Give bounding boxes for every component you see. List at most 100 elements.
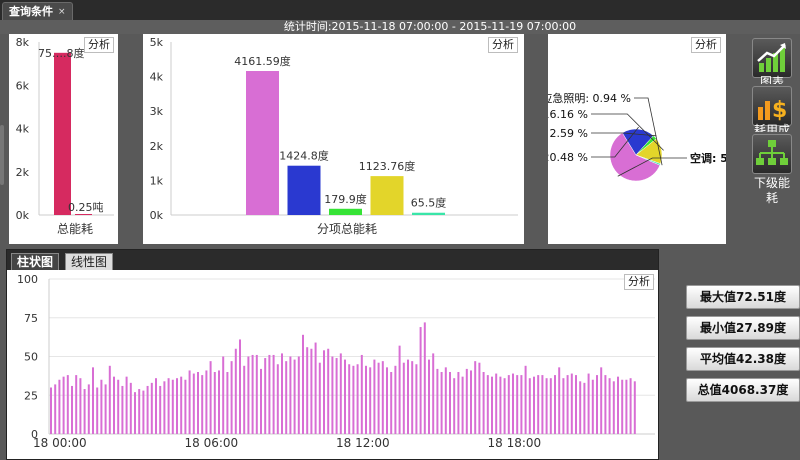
bar [125, 376, 128, 434]
pie-label: 20.48 % [548, 151, 588, 164]
x-axis-label: 分项总能耗 [317, 222, 377, 236]
y-tick-label: 4k [16, 123, 30, 136]
bar [75, 375, 78, 434]
svg-text:$: $ [772, 98, 787, 123]
bar [457, 372, 460, 434]
bar [209, 361, 212, 434]
bar [318, 362, 321, 434]
bar [617, 376, 619, 434]
bar [155, 378, 157, 434]
time-range-header: 统计时间:2015-11-18 07:00:00 - 2015-11-19 07… [0, 20, 800, 34]
bar [184, 379, 187, 434]
bar [524, 365, 527, 434]
bar [478, 362, 481, 434]
tab-line-chart[interactable]: 线性图 [65, 253, 114, 270]
bar [596, 375, 598, 434]
chart-view-button[interactable] [752, 38, 792, 78]
bar [612, 381, 615, 434]
energy-share-pie: 空调: 5 20.48 % 2.59 % 16.16 % 应急照明: 0.94 % [548, 91, 726, 182]
bar [260, 368, 262, 434]
close-icon[interactable]: × [58, 3, 66, 21]
bar [92, 367, 94, 434]
total-value-button[interactable]: 总值4068.37度 [686, 378, 800, 402]
bar [163, 381, 166, 434]
collapse-handle[interactable] [0, 125, 4, 185]
bar [440, 372, 443, 434]
analyze-button[interactable]: 分析 [624, 274, 654, 290]
bar [302, 334, 304, 434]
bar [71, 385, 73, 434]
pie-label: 16.16 % [548, 108, 588, 121]
bar [276, 364, 279, 434]
data-label: 179.9度 [324, 192, 367, 206]
bar [344, 359, 346, 434]
analyze-button[interactable]: 分析 [84, 37, 114, 53]
bar [251, 354, 254, 434]
sub-level-button[interactable] [752, 134, 792, 174]
bar [197, 372, 199, 434]
bar [314, 342, 317, 434]
y-tick-label: 75 [24, 312, 38, 325]
max-value-button[interactable]: 最大值72.51度 [686, 285, 800, 309]
bar [272, 354, 275, 434]
bar [331, 356, 334, 434]
bar [537, 375, 540, 434]
cost-view-label: 耗用成 [753, 123, 790, 132]
bar [287, 165, 321, 215]
bar [499, 376, 502, 434]
bar [386, 367, 388, 434]
bar [150, 382, 153, 434]
y-tick-label: 6k [16, 79, 30, 92]
y-tick-label: 100 [17, 273, 38, 286]
bar [54, 384, 57, 434]
bar [486, 375, 489, 434]
bar [465, 368, 468, 434]
bar [554, 375, 556, 434]
avg-value-button[interactable]: 平均值42.38度 [686, 347, 800, 371]
query-tab-label: 查询条件 [9, 4, 53, 18]
bar [444, 367, 447, 434]
bar [243, 365, 246, 434]
bar [201, 375, 204, 434]
bar [575, 375, 577, 434]
bar [142, 390, 145, 434]
bar [412, 212, 445, 215]
dollar-chart-icon: $ [758, 98, 787, 123]
analyze-button[interactable]: 分析 [488, 37, 518, 53]
bar [549, 378, 552, 434]
bar [146, 385, 149, 434]
hierarchy-icon [756, 140, 788, 165]
y-tick-label: 3k [150, 105, 164, 118]
analyze-button[interactable]: 分析 [691, 37, 721, 53]
bar [230, 361, 233, 434]
bar [356, 364, 359, 434]
y-tick-label: 8k [16, 36, 30, 49]
bar [507, 375, 510, 434]
bar [104, 384, 107, 434]
bar [600, 367, 603, 434]
bar [246, 71, 279, 215]
sub-level-label: 下级能耗 [754, 176, 791, 205]
bar [348, 364, 351, 434]
pie-label: 应急照明: 0.94 % [548, 91, 631, 105]
bar [218, 370, 220, 434]
bar [377, 362, 380, 434]
top-tabstrip: 查询条件 × [0, 0, 800, 20]
bar [62, 376, 65, 434]
min-value-button[interactable]: 最小值27.89度 [686, 316, 800, 340]
tab-query-conditions[interactable]: 查询条件 × [2, 2, 73, 20]
bar [87, 384, 90, 434]
bar [453, 378, 456, 434]
bar [323, 350, 325, 434]
cost-view-button[interactable]: $ [752, 86, 792, 126]
tab-bar-chart[interactable]: 柱状图 [11, 253, 60, 270]
bar [339, 353, 342, 434]
bar [360, 354, 363, 434]
bar [327, 348, 330, 434]
bar [407, 359, 409, 434]
bar [335, 358, 338, 434]
bar [419, 327, 422, 434]
bar [370, 176, 404, 215]
bar [558, 367, 561, 434]
bar [66, 375, 69, 434]
